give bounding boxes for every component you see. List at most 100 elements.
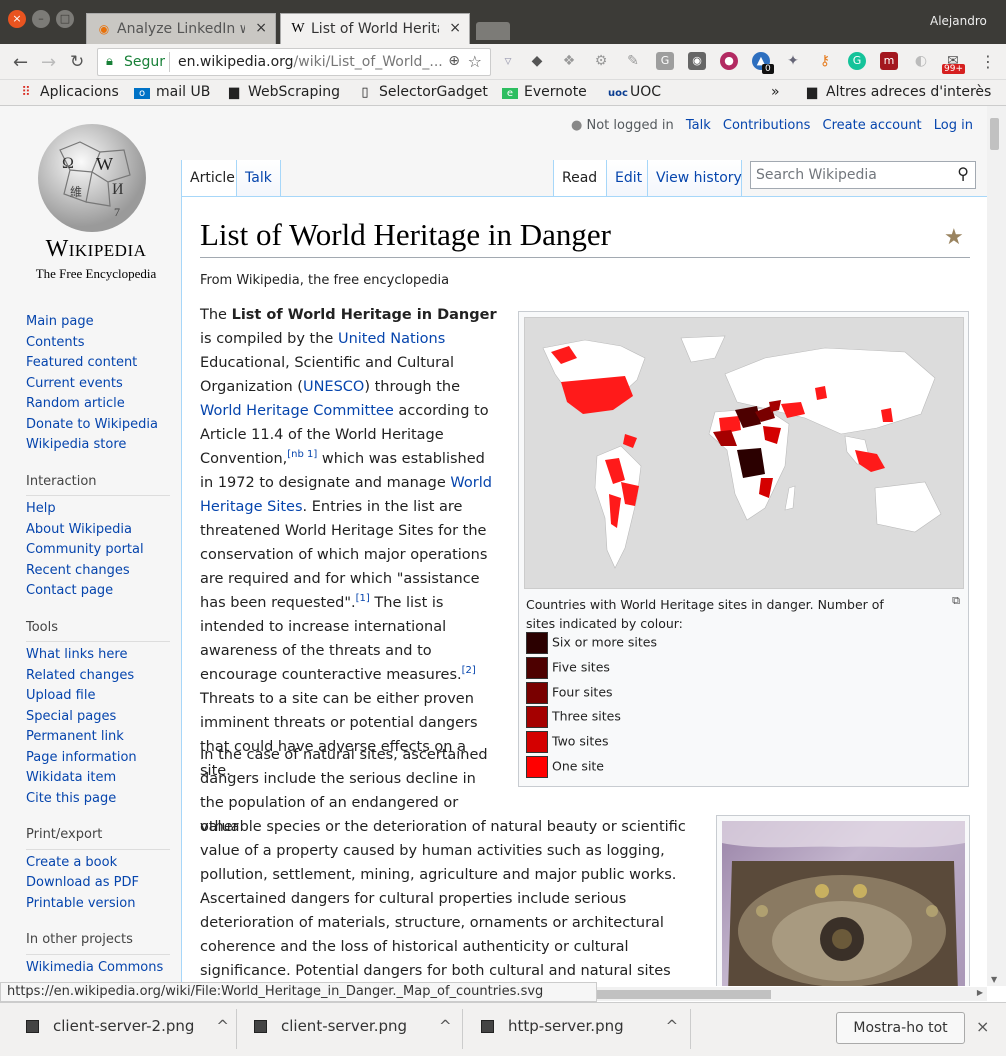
watch-star-icon[interactable]: ★	[944, 225, 964, 250]
circle-extension-icon[interactable]: ◐	[912, 52, 930, 70]
reload-icon[interactable]: ↻	[70, 52, 84, 72]
maximize-window-button[interactable]: □	[56, 10, 74, 28]
log-in-link[interactable]: Log in	[934, 118, 973, 133]
sidebar-item-store[interactable]: Wikipedia store	[26, 435, 176, 456]
sidebar-item-current-events[interactable]: Current events	[26, 374, 176, 395]
address-bar[interactable]: 🔒︎ Segur en.wikipedia.org/wiki/List_of_W…	[97, 48, 491, 76]
close-window-button[interactable]: ×	[8, 10, 26, 28]
talk-link[interactable]: Talk	[686, 118, 711, 133]
sidebar-item-about[interactable]: About Wikipedia	[26, 520, 176, 541]
footnote-link[interactable]: [nb 1]	[287, 449, 317, 460]
link-united-nations[interactable]: United Nations	[338, 331, 445, 347]
tab-read[interactable]: Read	[553, 160, 607, 196]
footnote-link[interactable]: [1]	[356, 593, 370, 604]
search-input[interactable]: Search Wikipedia ⚲	[750, 161, 976, 189]
sidebar-item-featured-content[interactable]: Featured content	[26, 353, 176, 374]
bookmark-apps[interactable]: ⠿ Aplicacions	[18, 84, 119, 100]
vertical-scrollbar[interactable]: ▼	[987, 106, 1006, 986]
minimize-window-button[interactable]: –	[32, 10, 50, 28]
sidebar-item-what-links-here[interactable]: What links here	[26, 645, 176, 666]
pen-extension-icon[interactable]: ✎	[624, 52, 642, 70]
g-extension-icon[interactable]: G	[656, 52, 674, 70]
bookmark-selectorgadget[interactable]: ▯ SelectorGadget	[357, 84, 487, 100]
wikipedia-logo[interactable]: Ω W И 維 7 Wikipedia The Free Encyclopedi…	[20, 120, 175, 281]
magnify-icon[interactable]: ⧉	[952, 594, 960, 608]
search-icon[interactable]: ⚲	[957, 164, 969, 183]
create-account-link[interactable]: Create account	[823, 118, 922, 133]
tab-talk[interactable]: Talk	[237, 160, 281, 196]
download-item[interactable]: client-server.png ^	[254, 1017, 452, 1035]
scroll-down-arrow-icon[interactable]: ▼	[991, 975, 997, 984]
show-all-button[interactable]: Mostra-ho tot	[836, 1012, 965, 1044]
sidebar-item-permanent-link[interactable]: Permanent link	[26, 727, 176, 748]
bookmarks-overflow-button[interactable]: »	[771, 84, 780, 100]
sidebar-item-related-changes[interactable]: Related changes	[26, 666, 176, 687]
forward-arrow-icon[interactable]: →	[41, 52, 56, 73]
bookmark-label: WebScraping	[248, 84, 340, 100]
sidebar-item-community-portal[interactable]: Community portal	[26, 540, 176, 561]
m-extension-icon[interactable]: m	[880, 52, 898, 70]
bookmark-evernote[interactable]: e Evernote	[502, 84, 587, 100]
horizontal-scrollbar[interactable]: ▶	[597, 987, 987, 1001]
link-world-heritage-committee[interactable]: World Heritage Committee	[200, 403, 394, 419]
apps-grid-icon: ⠿	[21, 85, 31, 100]
bookmark-uoc[interactable]: uoc UOC	[608, 84, 661, 100]
lightbulb-extension-icon[interactable]: ◉	[688, 52, 706, 70]
pink-extension-icon[interactable]: ●	[720, 52, 738, 70]
sidebar-item-page-information[interactable]: Page information	[26, 748, 176, 769]
world-map-image[interactable]	[524, 317, 964, 589]
sidebar-item-recent-changes[interactable]: Recent changes	[26, 561, 176, 582]
new-tab-button[interactable]	[476, 22, 510, 40]
sidebar-item-donate[interactable]: Donate to Wikipedia	[26, 415, 176, 436]
sidebar-item-cite-this-page[interactable]: Cite this page	[26, 789, 176, 810]
link-unesco[interactable]: UNESCO	[303, 379, 364, 395]
tab-close-icon[interactable]: ×	[449, 20, 461, 36]
sidebar-item-printable-version[interactable]: Printable version	[26, 894, 176, 915]
dropbox-extension-icon[interactable]: ❖	[560, 52, 578, 70]
contributions-link[interactable]: Contributions	[723, 118, 811, 133]
chevron-up-icon[interactable]: ^	[439, 1017, 452, 1035]
tab-view-history[interactable]: View history	[648, 160, 742, 196]
satellite-extension-icon[interactable]: ✦	[784, 52, 802, 70]
bookmark-other[interactable]: ▆ Altres adreces d'interès	[804, 84, 991, 100]
sidebar-item-wikidata-item[interactable]: Wikidata item	[26, 768, 176, 789]
grotto-photo-image[interactable]	[722, 821, 965, 986]
sidebar-item-contact-page[interactable]: Contact page	[26, 581, 176, 602]
download-item[interactable]: client-server-2.png ^	[26, 1017, 229, 1035]
close-icon[interactable]: ×	[976, 1017, 989, 1036]
chevron-up-icon[interactable]: ^	[216, 1017, 229, 1035]
sidebar-item-wikimedia-commons[interactable]: Wikimedia Commons	[26, 958, 176, 979]
scroll-right-arrow-icon[interactable]: ▶	[977, 988, 983, 997]
menu-kebab-icon[interactable]: ⋮	[980, 52, 996, 71]
evernote-extension-icon[interactable]: ◆	[528, 52, 546, 70]
gear-extension-icon[interactable]: ⚙	[592, 52, 610, 70]
sidebar-item-random-article[interactable]: Random article	[26, 394, 176, 415]
bookmark-star-icon[interactable]: ☆	[468, 52, 482, 71]
chevron-up-icon[interactable]: ^	[666, 1017, 679, 1035]
grammarly-extension-icon[interactable]: G	[848, 52, 866, 70]
back-arrow-icon[interactable]: ←	[13, 52, 28, 73]
sidebar-item-create-book[interactable]: Create a book	[26, 853, 176, 874]
sidebar-item-download-pdf[interactable]: Download as PDF	[26, 873, 176, 894]
scrollbar-thumb[interactable]	[597, 990, 771, 999]
sidebar-item-upload-file[interactable]: Upload file	[26, 686, 176, 707]
sidebar-item-special-pages[interactable]: Special pages	[26, 707, 176, 728]
download-item[interactable]: http-server.png ^	[481, 1017, 678, 1035]
tab-analyze-linkedin[interactable]: ◉ Analyze LinkedIn w ×	[86, 13, 276, 44]
footnote-link[interactable]: [2]	[462, 665, 476, 676]
tab-article[interactable]: Article	[181, 160, 237, 196]
legend-label: Two sites	[552, 733, 609, 749]
sidebar-item-help[interactable]: Help	[26, 499, 176, 520]
tab-close-icon[interactable]: ×	[255, 20, 267, 36]
scrollbar-thumb[interactable]	[990, 118, 999, 150]
sidebar-item-contents[interactable]: Contents	[26, 333, 176, 354]
shield-extension-icon[interactable]: ▿	[499, 52, 517, 70]
bookmark-webscraping[interactable]: ▆ WebScraping	[226, 84, 340, 100]
zoom-icon[interactable]: ⊕	[448, 53, 460, 69]
bookmark-mail-ub[interactable]: o mail UB	[134, 84, 210, 100]
sidebar-item-main-page[interactable]: Main page	[26, 312, 176, 333]
key-extension-icon[interactable]: ⚷	[816, 52, 834, 70]
profile-name[interactable]: Alejandro	[922, 10, 1006, 36]
tab-edit[interactable]: Edit	[607, 160, 648, 196]
tab-list-world-heritage[interactable]: W List of World Herita ×	[280, 13, 470, 44]
